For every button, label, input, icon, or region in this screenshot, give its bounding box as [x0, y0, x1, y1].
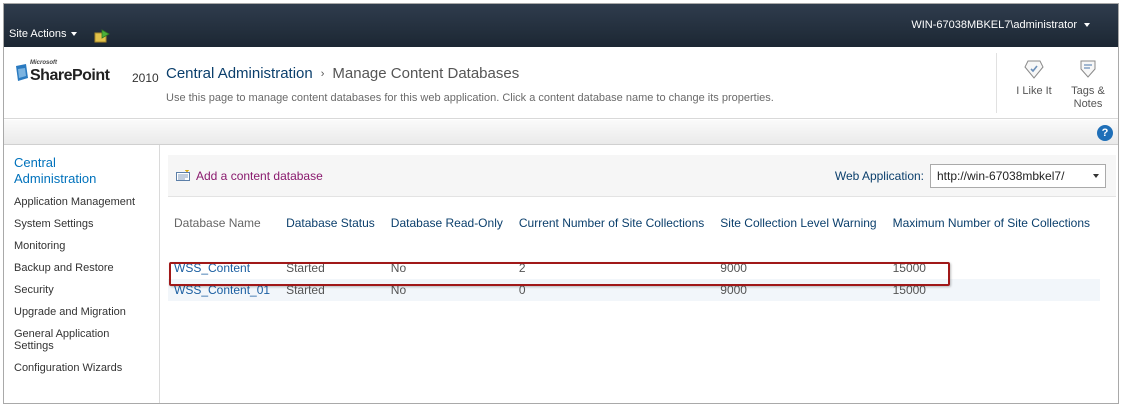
- logo-year: 2010: [132, 71, 159, 85]
- web-application-dropdown[interactable]: http://win-67038mbkel7/: [930, 164, 1106, 188]
- table-row: WSS_Content_01 Started No 0 9000 15000: [168, 279, 1100, 301]
- sharepoint-logo: Microsoft SharePoint 2010: [14, 60, 159, 94]
- table-row: WSS_Content Started No 2 9000 15000: [168, 257, 1100, 279]
- leftnav-item-general-application-settings[interactable]: General Application Settings: [14, 328, 132, 352]
- table-header-row: Database Name Database Status Database R…: [168, 211, 1100, 235]
- leftnav-item-monitoring[interactable]: Monitoring: [14, 240, 160, 252]
- left-navigation: Central Administration Application Manag…: [4, 145, 160, 403]
- logo-microsoft: Microsoft: [30, 60, 57, 66]
- database-status-cell: Started: [280, 279, 385, 301]
- content-databases-table: Database Name Database Status Database R…: [168, 211, 1100, 301]
- user-name: WIN-67038MBKEL7\administrator: [911, 19, 1077, 31]
- table-spacer: [168, 235, 1100, 257]
- web-application-selector: Web Application: http://win-67038mbkel7/: [835, 164, 1106, 188]
- user-menu[interactable]: WIN-67038MBKEL7\administrator: [911, 19, 1090, 31]
- add-database-icon: [176, 170, 190, 181]
- leftnav-item-application-management[interactable]: Application Management: [14, 196, 160, 208]
- leftnav-item-upgrade-migration[interactable]: Upgrade and Migration: [14, 306, 160, 318]
- title-area: Microsoft SharePoint 2010 Central Admini…: [4, 47, 1118, 119]
- database-link[interactable]: WSS_Content: [174, 261, 250, 275]
- top-ribbon: Site Actions WIN-67038MBKEL7\administrat…: [4, 4, 1118, 47]
- chevron-down-icon: [1093, 174, 1099, 178]
- add-content-database-label: Add a content database: [196, 169, 323, 183]
- breadcrumb: Central Administration › Manage Content …: [166, 65, 519, 82]
- tags-notes-label-2: Notes: [1073, 98, 1103, 110]
- site-actions-label: Site Actions: [9, 28, 67, 40]
- database-name-cell: WSS_Content: [168, 257, 280, 279]
- page-title: Manage Content Databases: [332, 65, 520, 82]
- help-icon[interactable]: ?: [1097, 125, 1113, 141]
- leftnav-header-line2: Administration: [14, 171, 97, 186]
- i-like-it-button[interactable]: I Like It: [1009, 57, 1059, 97]
- add-content-database-link[interactable]: Add a content database: [176, 169, 323, 183]
- page-description: Use this page to manage content database…: [166, 92, 774, 104]
- leftnav-item-security[interactable]: Security: [14, 284, 160, 296]
- help-band: ?: [4, 120, 1118, 145]
- chevron-down-icon: [1084, 23, 1090, 27]
- database-readonly-cell: No: [390, 261, 407, 275]
- main-content: Add a content database Web Application: …: [161, 145, 1118, 403]
- chevron-down-icon: [71, 32, 78, 36]
- column-header-max-site-collections[interactable]: Maximum Number of Site Collections: [887, 211, 1100, 235]
- current-site-collections-cell: 2: [518, 261, 526, 275]
- tags-notes-icon: [1080, 60, 1096, 78]
- content-toolbar: Add a content database Web Application: …: [168, 155, 1116, 197]
- database-readonly-cell: No: [384, 279, 513, 301]
- tags-notes-label-1: Tags &: [1071, 85, 1105, 97]
- current-site-collections-cell: 0: [512, 279, 715, 301]
- site-collection-warning-cell: 9000: [714, 279, 887, 301]
- web-application-value: http://win-67038mbkel7/: [937, 169, 1065, 183]
- database-status-cell: Started: [286, 261, 325, 275]
- column-header-database-status[interactable]: Database Status: [280, 211, 385, 235]
- column-header-database-read-only[interactable]: Database Read-Only: [385, 211, 513, 235]
- site-actions-menu[interactable]: Site Actions: [9, 28, 78, 40]
- leftnav-item-backup-restore[interactable]: Backup and Restore: [14, 262, 160, 274]
- social-buttons: I Like It Tags & Notes: [996, 53, 1105, 113]
- leftnav-central-administration[interactable]: Central Administration: [14, 155, 96, 187]
- browser-frame: Site Actions WIN-67038MBKEL7\administrat…: [3, 3, 1119, 404]
- sharepoint-logo-icon: [16, 64, 28, 81]
- leftnav-item-configuration-wizards[interactable]: Configuration Wizards: [14, 362, 160, 374]
- tags-notes-button[interactable]: Tags & Notes: [1063, 57, 1113, 111]
- column-header-database-name[interactable]: Database Name: [168, 211, 280, 235]
- column-header-current-site-collections[interactable]: Current Number of Site Collections: [513, 211, 714, 235]
- i-like-it-label: I Like It: [1016, 85, 1052, 97]
- web-application-label: Web Application:: [834, 169, 924, 183]
- breadcrumb-separator: ›: [320, 67, 325, 80]
- database-name-cell: WSS_Content_01: [168, 279, 281, 301]
- leftnav-list: Application Management System Settings M…: [14, 196, 160, 384]
- max-site-collections-cell: 15000: [886, 279, 1100, 301]
- leftnav-header-line1: Central: [14, 155, 56, 170]
- site-collection-warning-cell: 9000: [720, 261, 747, 275]
- breadcrumb-central-administration[interactable]: Central Administration: [166, 65, 313, 82]
- column-header-site-collection-warning[interactable]: Site Collection Level Warning: [714, 211, 886, 235]
- navigate-up-icon[interactable]: [94, 29, 110, 43]
- leftnav-item-system-settings[interactable]: System Settings: [14, 218, 160, 230]
- database-link[interactable]: WSS_Content_01: [174, 283, 270, 297]
- max-site-collections-cell: 15000: [892, 261, 926, 275]
- logo-product: SharePoint: [30, 67, 110, 84]
- thumbs-up-tag-icon: [1024, 60, 1044, 79]
